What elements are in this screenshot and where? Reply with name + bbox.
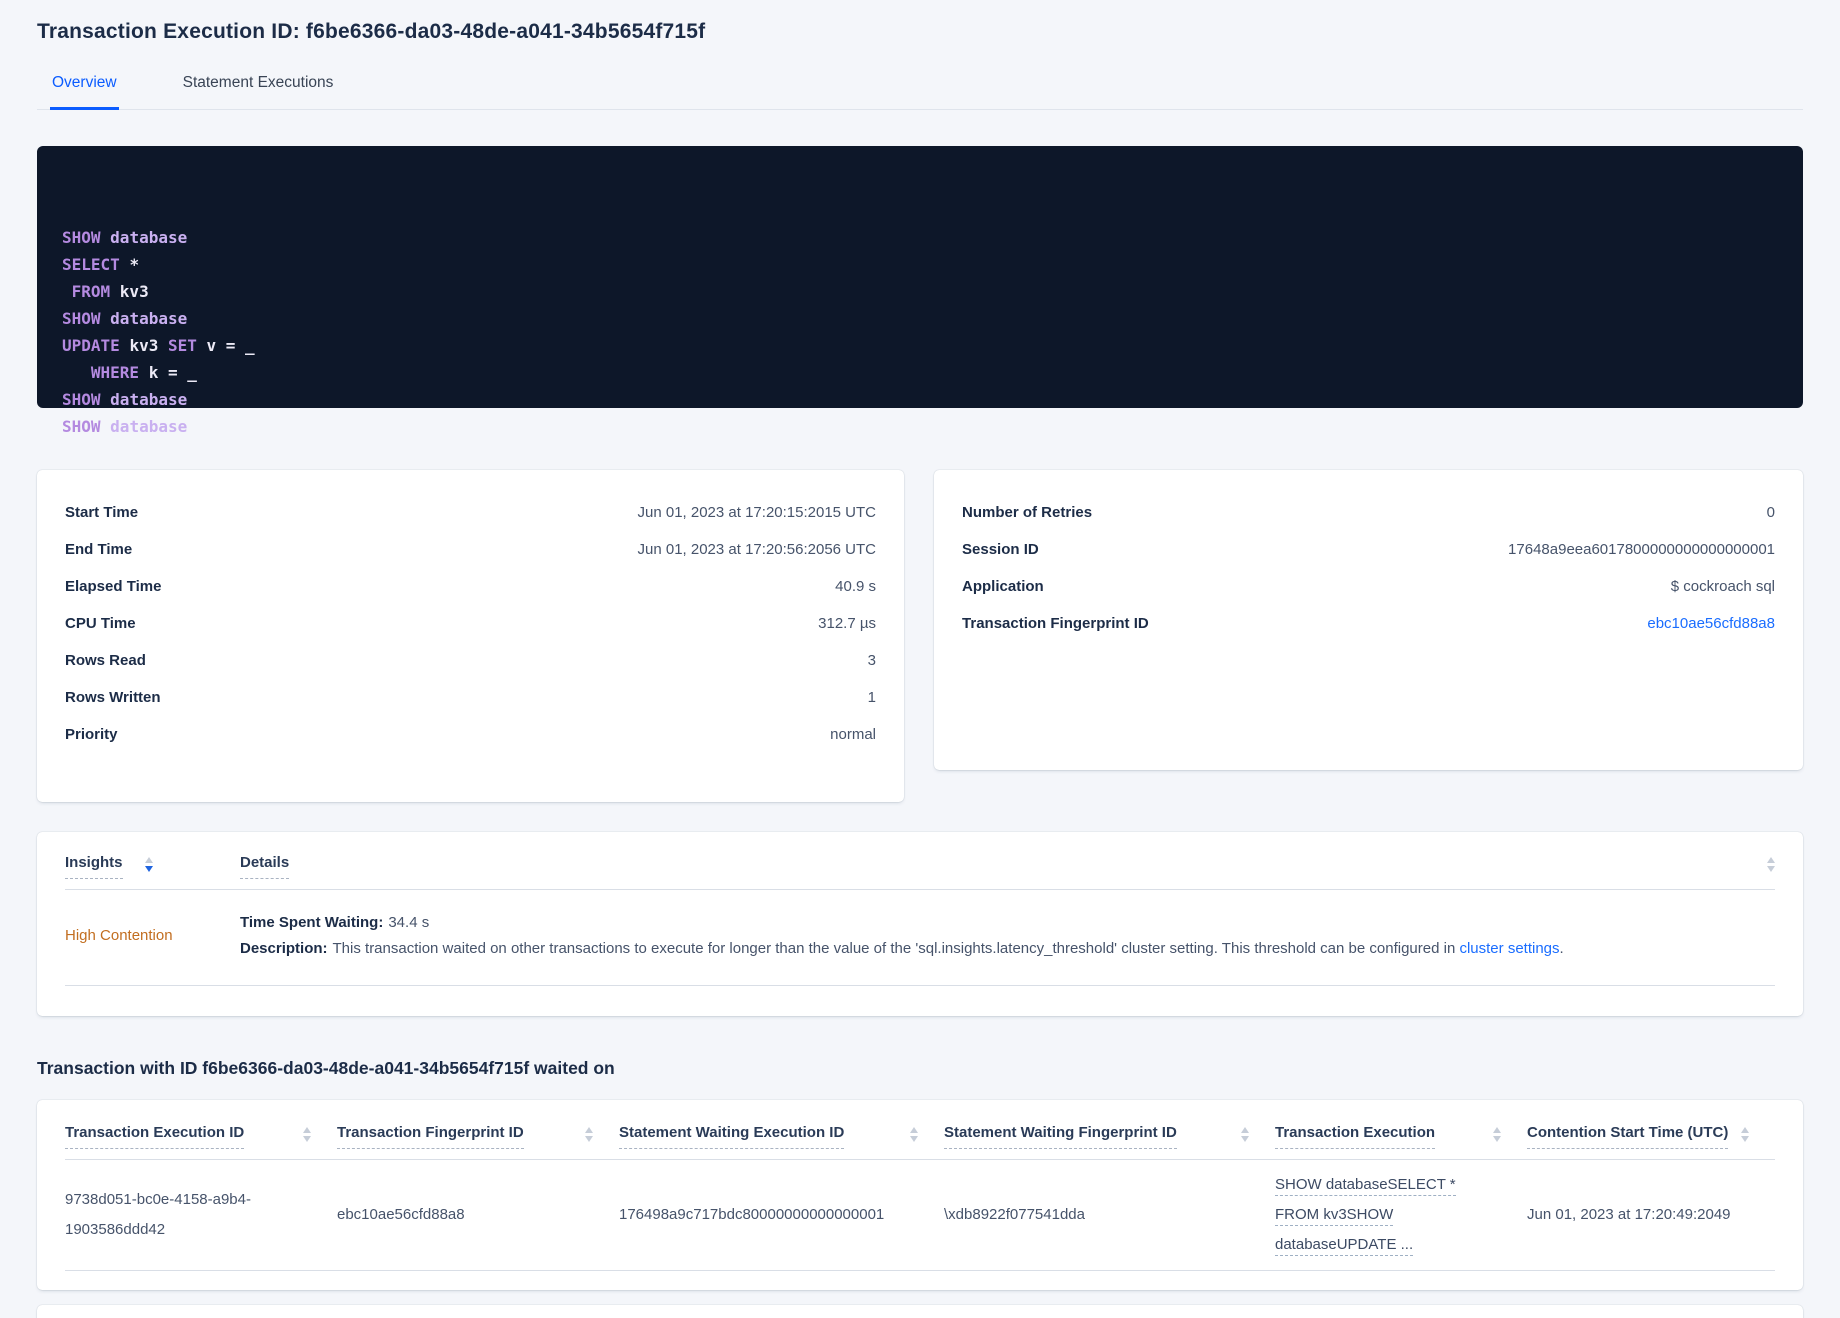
summary-row: Elapsed Time 40.9 s	[65, 568, 876, 605]
summary-label: Session ID	[962, 541, 1039, 558]
insights-header-label[interactable]: Insights	[65, 854, 123, 879]
summary-card-right: Number of Retries 0 Session ID 17648a9eea60…	[934, 470, 1803, 770]
waited-on-header-row: Transaction Execution ID Transaction Fing…	[65, 1100, 1775, 1160]
summary-value: $ cockroach sql	[1670, 578, 1775, 595]
transaction-fingerprint-id-cell: ebc10ae56cfd88a8	[337, 1206, 465, 1223]
insights-header-row: Insights Details	[65, 832, 1775, 890]
summary-row: Priority normal	[65, 716, 876, 753]
statement-waiting-execution-id-cell: 176498a9c717bdc80000000000000001	[619, 1206, 885, 1223]
insight-description: Description: This transaction waited on o…	[240, 940, 1775, 957]
summary-value: 1	[867, 689, 877, 706]
summary-value: Jun 01, 2023 at 17:20:56:2056 UTC	[637, 541, 877, 558]
tab-bar: Overview Statement Executions	[37, 74, 1803, 110]
summary-value: 312.7 µs	[818, 615, 877, 632]
summary-label: Rows Written	[65, 689, 161, 706]
summary-row: Number of Retries 0	[962, 494, 1775, 531]
details-column-header[interactable]: Details	[240, 854, 1775, 879]
transaction-execution-id-cell: 9738d051-bc0e-4158-a9b4-1903586ddd42	[65, 1191, 251, 1238]
summary-row: End Time Jun 01, 2023 at 17:20:56:2056 UT…	[65, 531, 876, 568]
summary-rows-left: Start Time Jun 01, 2023 at 17:20:15:2015 …	[65, 494, 876, 753]
description-text: This transaction waited on other transac…	[332, 940, 1456, 957]
summary-row: Rows Read 3	[65, 642, 876, 679]
summary-cards-row: Start Time Jun 01, 2023 at 17:20:15:2015 …	[37, 470, 1803, 802]
waited-on-heading: Transaction with ID f6be6366-da03-48de-a…	[37, 1058, 615, 1078]
sort-icon[interactable]	[1493, 1127, 1501, 1142]
column-header[interactable]: Transaction Execution	[1275, 1124, 1527, 1149]
summary-row: Start Time Jun 01, 2023 at 17:20:15:2015 …	[65, 494, 876, 531]
statement-waiting-fingerprint-id-cell: \xdb8922f077541dda	[944, 1206, 1085, 1223]
sort-icon[interactable]	[585, 1127, 593, 1142]
waited-on-table: Transaction Execution ID Transaction Fing…	[37, 1100, 1803, 1290]
sort-icon[interactable]	[1767, 857, 1775, 872]
summary-label: Application	[962, 578, 1044, 595]
column-header[interactable]: Transaction Execution ID	[65, 1124, 337, 1149]
description-label: Description:	[240, 940, 328, 957]
summary-label: Elapsed Time	[65, 578, 162, 595]
column-header[interactable]: Transaction Fingerprint ID	[337, 1124, 619, 1149]
cluster-settings-link[interactable]: cluster settings	[1459, 940, 1559, 957]
waited-on-table-row: 9738d051-bc0e-4158-a9b4-1903586ddd42 ebc…	[65, 1160, 1775, 1271]
sql-statements-code: SHOW database SELECT * FROM kv3 SHOW datab…	[62, 228, 255, 436]
insights-column-header[interactable]: Insights	[65, 854, 240, 879]
summary-value: Jun 01, 2023 at 17:20:15:2015 UTC	[637, 504, 877, 521]
insight-row: High Contention Time Spent Waiting: 34.4 …	[65, 890, 1775, 986]
column-header[interactable]: Statement Waiting Execution ID	[619, 1124, 944, 1149]
transaction-execution-link[interactable]: SHOW databaseSELECT * FROM kv3SHOW databas…	[1275, 1174, 1527, 1256]
column-header-label[interactable]: Transaction Fingerprint ID	[337, 1124, 524, 1149]
summary-label: End Time	[65, 541, 133, 558]
column-header-label[interactable]: Statement Waiting Fingerprint ID	[944, 1124, 1177, 1149]
sort-descending-icon[interactable]	[144, 857, 153, 872]
time-spent-waiting: Time Spent Waiting: 34.4 s	[240, 914, 1775, 931]
insight-type-badge: High Contention	[65, 927, 173, 944]
summary-label: Start Time	[65, 504, 139, 521]
tab-statement-executions[interactable]: Statement Executions	[181, 74, 336, 110]
sort-icon[interactable]	[1741, 1127, 1749, 1142]
summary-row: Session ID 17648a9eea60178000000000000000…	[962, 531, 1775, 568]
summary-label: CPU Time	[65, 615, 136, 632]
summary-label: Rows Read	[65, 652, 146, 669]
column-header-label[interactable]: Statement Waiting Execution ID	[619, 1124, 845, 1149]
insights-table: Insights Details High Contention Time Sp…	[37, 832, 1803, 1016]
table-footer-strip	[37, 1305, 1803, 1318]
summary-value: 0	[1766, 504, 1775, 521]
sql-statements-block: SHOW database SELECT * FROM kv3 SHOW datab…	[37, 146, 1803, 436]
summary-value: 3	[867, 652, 877, 669]
summary-row: Rows Written 1	[65, 679, 876, 716]
summary-row: Transaction Fingerprint ID ebc10ae56cfd88…	[962, 605, 1775, 642]
column-header-label[interactable]: Transaction Execution	[1275, 1124, 1436, 1149]
description-period: .	[1559, 940, 1564, 957]
time-spent-waiting-label: Time Spent Waiting:	[240, 914, 384, 931]
summary-value: 17648a9eea6017800000000000000001	[1508, 541, 1775, 558]
page-title: Transaction Execution ID: f6be6366-da03-…	[37, 20, 706, 43]
summary-label: Transaction Fingerprint ID	[962, 615, 1149, 632]
sort-icon[interactable]	[910, 1127, 918, 1142]
time-spent-waiting-value: 34.4 s	[388, 914, 430, 931]
summary-card-left: Start Time Jun 01, 2023 at 17:20:15:2015 …	[37, 470, 905, 802]
column-header-label[interactable]: Contention Start Time (UTC)	[1527, 1124, 1729, 1149]
sort-icon[interactable]	[303, 1127, 311, 1142]
sort-icon[interactable]	[1241, 1127, 1249, 1142]
summary-value: 40.9 s	[835, 578, 877, 595]
summary-label: Priority	[65, 726, 118, 743]
contention-start-time-cell: Jun 01, 2023 at 17:20:49:2049	[1527, 1206, 1731, 1223]
summary-value: normal	[830, 726, 877, 743]
summary-label: Number of Retries	[962, 504, 1093, 521]
summary-rows-right: Number of Retries 0 Session ID 17648a9eea60…	[962, 494, 1775, 642]
column-header[interactable]: Statement Waiting Fingerprint ID	[944, 1124, 1275, 1149]
column-header[interactable]: Contention Start Time (UTC)	[1527, 1124, 1775, 1149]
transaction-details-page: Transaction Execution ID: f6be6366-da03-…	[0, 0, 1840, 1318]
column-header-label[interactable]: Transaction Execution ID	[65, 1124, 245, 1149]
details-header-label[interactable]: Details	[240, 854, 290, 879]
tab-overview[interactable]: Overview	[50, 74, 119, 110]
insight-details: Time Spent Waiting: 34.4 s Description: Th…	[240, 914, 1775, 957]
transaction-fingerprint-id-link[interactable]: ebc10ae56cfd88a8	[1647, 615, 1775, 632]
summary-row: Application $ cockroach sql	[962, 568, 1775, 605]
summary-row: CPU Time 312.7 µs	[65, 605, 876, 642]
